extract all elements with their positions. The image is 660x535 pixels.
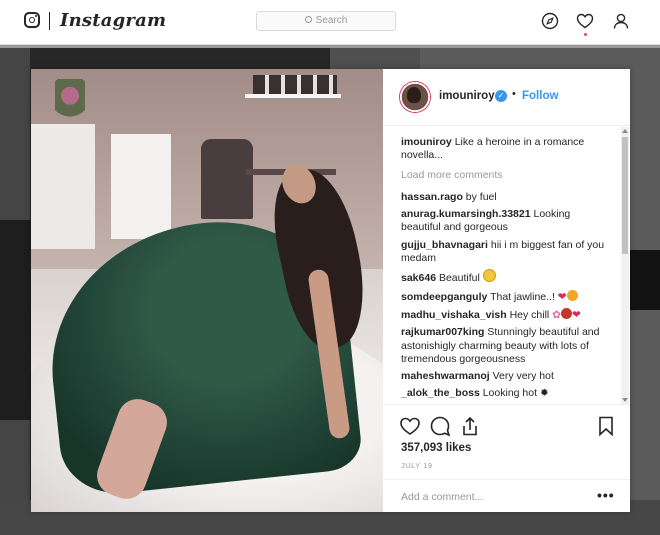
girl-emoji-icon <box>560 307 572 319</box>
comment-username[interactable]: somdeepganguly <box>401 291 487 303</box>
comment-username[interactable]: hassan.rago <box>401 191 463 203</box>
comments-list: imouniroy Like a heroine in a romance no… <box>401 136 611 404</box>
caption: imouniroy Like a heroine in a romance no… <box>401 136 611 163</box>
comment-username[interactable]: gujju_bhavnagari <box>401 239 488 251</box>
red-heart-emoji-icon: ❤ <box>557 290 567 303</box>
comment-username[interactable]: _alok_the_boss <box>401 387 480 399</box>
comment-username[interactable]: madhu_vishaka_vish <box>401 309 507 321</box>
caption-username[interactable]: imouniroy <box>401 136 452 148</box>
post-header: imouniroy ✓ • Follow <box>383 69 630 126</box>
scroll-down-arrow-icon[interactable] <box>622 398 628 402</box>
comments-panel[interactable]: imouniroy Like a heroine in a romance no… <box>383 126 630 404</box>
post-date[interactable]: JULY 19 <box>401 461 433 470</box>
instagram-camera-icon[interactable] <box>24 12 40 28</box>
red-heart-emoji-icon: ❤ <box>571 308 581 321</box>
comment-username[interactable]: maheshwarmanoj <box>401 370 490 382</box>
add-comment-input[interactable]: Add a comment... <box>401 491 483 503</box>
comment-text: That jawline..! <box>490 290 555 303</box>
smile-emoji-icon <box>482 269 496 283</box>
comment-text: Beautiful <box>438 272 480 285</box>
post-photo[interactable] <box>31 69 383 512</box>
profile-icon[interactable] <box>612 12 630 30</box>
comment-row: anurag.kumarsingh.33821 Looking beautifu… <box>401 208 611 235</box>
search-icon <box>304 16 312 23</box>
comment-row: madhu_vishaka_vish Hey chill ✿ ❤ <box>401 307 611 322</box>
comment-row: _alok_the_boss Looking hot ✹ <box>401 387 611 400</box>
post-actions: 357,093 likes JULY 19 Add a comment... •… <box>383 404 630 513</box>
separator-bullet: • <box>512 88 516 100</box>
avatar[interactable] <box>399 81 431 113</box>
sun-emoji-icon: ✹ <box>539 387 549 400</box>
comment-text: by fuel <box>465 190 497 203</box>
search-placeholder: Search <box>315 15 348 26</box>
comment-row: maheshwarmanoj Very very hot <box>401 370 611 383</box>
comment-username[interactable]: sak646 <box>401 272 436 284</box>
comment-text: Looking hot <box>482 387 538 400</box>
post-username[interactable]: imouniroy <box>439 90 495 102</box>
instagram-wordmark[interactable]: Instagram <box>60 10 166 31</box>
comment-row: hassan.rago by fuel <box>401 191 611 204</box>
comment-row: sak646 Beautiful <box>401 269 611 285</box>
likes-count[interactable]: 357,093 likes <box>401 442 471 454</box>
comments-scrollbar[interactable] <box>621 127 629 404</box>
scrollbar-thumb[interactable] <box>622 137 628 254</box>
top-navigation: Instagram Search <box>0 0 660 45</box>
comment-text: Hey chill <box>509 308 550 321</box>
comment-row: gujju_bhavnagari hii i m biggest fan of … <box>401 239 611 266</box>
logo-divider <box>49 12 50 30</box>
post-sidebar: imouniroy ✓ • Follow imouniroy Like a he… <box>383 69 630 512</box>
comment-row: somdeepganguly That jawline..! ❤ <box>401 289 611 304</box>
heart-icon[interactable] <box>576 12 594 30</box>
flower-emoji-icon: ✿ <box>552 308 561 321</box>
notification-dot <box>584 33 587 36</box>
search-input[interactable]: Search <box>256 11 396 31</box>
add-comment-bar: Add a comment... ••• <box>383 479 630 514</box>
comment-icon[interactable] <box>429 415 451 437</box>
heart-eyes-emoji-icon <box>566 289 578 301</box>
compass-icon[interactable] <box>541 12 559 30</box>
comment-username[interactable]: anurag.kumarsingh.33821 <box>401 208 531 220</box>
verified-badge-icon: ✓ <box>495 90 507 102</box>
comment-text: Very very hot <box>492 370 554 383</box>
post-modal: imouniroy ✓ • Follow imouniroy Like a he… <box>31 69 630 512</box>
more-options-icon[interactable]: ••• <box>597 487 615 503</box>
bookmark-icon[interactable] <box>595 415 617 437</box>
scroll-up-arrow-icon[interactable] <box>622 129 628 133</box>
load-more-comments[interactable]: Load more comments <box>401 169 611 182</box>
comment-username[interactable]: rajkumar007king <box>401 326 484 338</box>
like-heart-icon[interactable] <box>399 415 421 437</box>
follow-button[interactable]: Follow <box>522 90 558 102</box>
comment-row: rajkumar007king Stunningly beautiful and… <box>401 326 611 366</box>
share-icon[interactable] <box>459 415 481 437</box>
